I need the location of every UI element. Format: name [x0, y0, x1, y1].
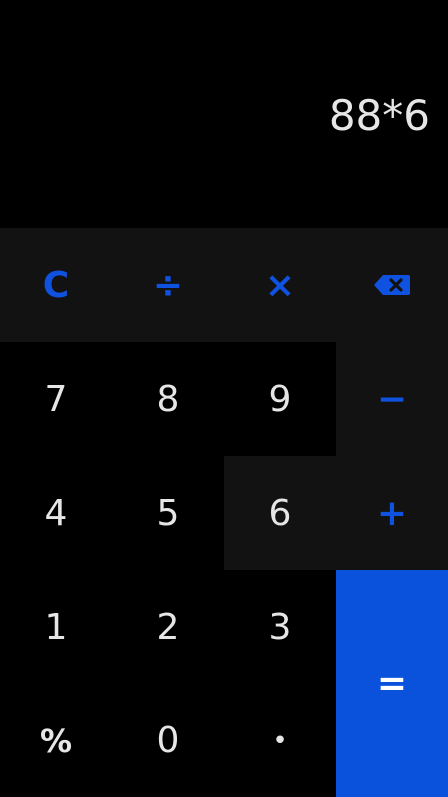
backspace-icon [374, 275, 410, 295]
plus-button[interactable]: + [336, 456, 448, 570]
backspace-button[interactable] [336, 228, 448, 342]
multiply-button[interactable]: × [224, 228, 336, 342]
keypad: C ÷ × 7 8 9 − 4 5 6 + 1 2 3 = % 0 • [0, 228, 448, 797]
equals-button[interactable]: = [336, 570, 448, 797]
expression-text: 88*6 [328, 91, 430, 140]
digit-5-button[interactable]: 5 [112, 456, 224, 570]
digit-0-button[interactable]: 0 [112, 684, 224, 797]
decimal-button[interactable]: • [224, 684, 336, 797]
minus-button[interactable]: − [336, 342, 448, 456]
digit-4-button[interactable]: 4 [0, 456, 112, 570]
digit-2-button[interactable]: 2 [112, 570, 224, 684]
digit-6-button[interactable]: 6 [224, 456, 336, 570]
divide-button[interactable]: ÷ [112, 228, 224, 342]
digit-1-button[interactable]: 1 [0, 570, 112, 684]
digit-3-button[interactable]: 3 [224, 570, 336, 684]
digit-7-button[interactable]: 7 [0, 342, 112, 456]
digit-9-button[interactable]: 9 [224, 342, 336, 456]
digit-8-button[interactable]: 8 [112, 342, 224, 456]
clear-button[interactable]: C [0, 228, 112, 342]
calculator-display: 88*6 [0, 0, 448, 228]
percent-button[interactable]: % [0, 684, 112, 797]
